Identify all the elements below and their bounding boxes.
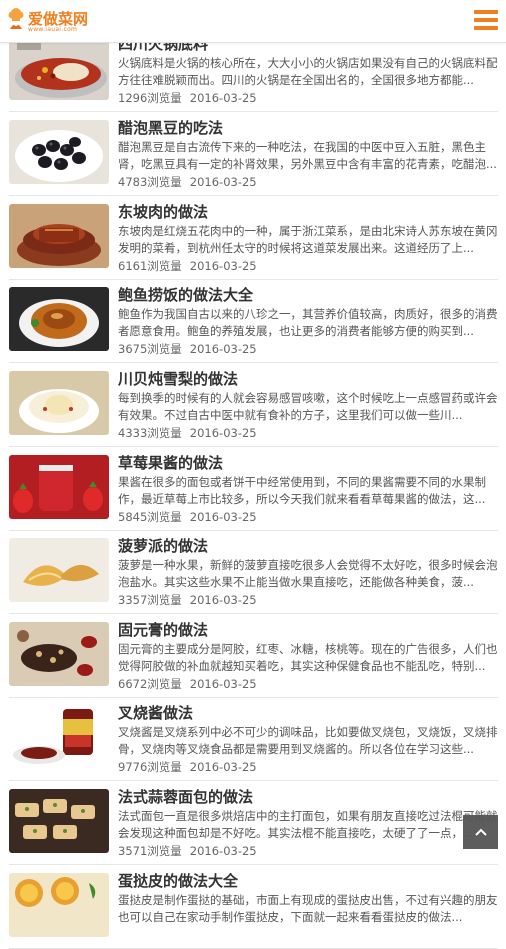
recipe-meta: 6672浏览量 2016-03-25 [118, 676, 257, 692]
chevron-up-icon [474, 828, 487, 836]
recipe-thumbnail[interactable] [9, 705, 109, 769]
publish-date: 2016-03-25 [189, 175, 257, 189]
recipe-description: 固元膏的主要成分是阿胶，红枣、冰糖，核桃等。现在的广告很多，人们也觉得阿胶做的补… [118, 642, 498, 673]
recipe-description: 东坡肉是红烧五花肉中的一种，属于浙江菜系，是由北宋诗人苏东坡在黄冈发明的菜肴，到… [118, 224, 498, 255]
chef-logo-icon [8, 8, 24, 29]
view-count: 9776浏览量 [118, 760, 182, 774]
list-item[interactable]: 川贝炖雪梨的做法 每到换季的时候有的人就会容易感冒咳嗽，这个时候吃上一点感冒药或… [9, 363, 498, 447]
recipe-title[interactable]: 醋泡黑豆的吃法 [118, 117, 223, 138]
header-bar: 爱做菜网 www.iauai.com [0, 0, 506, 43]
list-item[interactable]: 菠萝派的做法 菠萝是一种水果，新鲜的菠萝直接吃很多人会觉得不太好吃，很多时候会泡… [9, 530, 498, 614]
publish-date: 2016-03-25 [189, 844, 257, 858]
recipe-thumbnail[interactable] [9, 36, 109, 100]
list-item[interactable]: 东坡肉的做法 东坡肉是红烧五花肉中的一种，属于浙江菜系，是由北宋诗人苏东坡在黄冈… [9, 196, 498, 280]
recipe-description: 醋泡黑豆是自古流传下来的一种吃法，在我国的中医中豆入五脏，黑色主肾，吃黑豆具有一… [118, 140, 497, 171]
recipe-meta: 3357浏览量 2016-03-25 [118, 592, 257, 608]
recipe-meta: 3675浏览量 2016-03-25 [118, 341, 257, 357]
publish-date: 2016-03-25 [189, 510, 257, 524]
recipe-description: 每到换季的时候有的人就会容易感冒咳嗽，这个时候吃上一点感冒药或许会有效果。不过自… [118, 391, 498, 422]
view-count: 4783浏览量 [118, 175, 182, 189]
publish-date: 2016-03-25 [189, 677, 257, 691]
list-item[interactable]: 醋泡黑豆的吃法 醋泡黑豆是自古流传下来的一种吃法，在我国的中医中豆入五脏，黑色主… [9, 112, 498, 196]
recipe-meta: 4333浏览量 2016-03-25 [118, 425, 257, 441]
recipe-thumbnail[interactable] [9, 204, 109, 268]
recipe-title[interactable]: 东坡肉的做法 [118, 201, 208, 222]
recipe-thumbnail[interactable] [9, 371, 109, 435]
scroll-to-top-button[interactable] [463, 815, 498, 849]
publish-date: 2016-03-25 [189, 593, 257, 607]
list-item[interactable]: 鲍鱼捞饭的做法大全 鲍鱼作为我国自古以来的八珍之一，其营养价值较高，肉质好，很多… [9, 279, 498, 363]
recipe-meta: 4783浏览量 2016-03-25 [118, 174, 257, 190]
list-item[interactable]: 草莓果酱的做法 果酱在很多的面包或者饼干中经常使用到，不同的果酱需要不同的水果制… [9, 447, 498, 531]
list-item[interactable]: 法式蒜蓉面包的做法 法式面包一直是很多烘焙店中的主打面包，如果有朋友直接吃过法棍… [9, 781, 498, 865]
recipe-description: 果酱在很多的面包或者饼干中经常使用到，不同的果酱需要不同的水果制作，最近草莓上市… [118, 475, 486, 506]
list-item[interactable]: 固元膏的做法 固元膏的主要成分是阿胶，红枣、冰糖，核桃等。现在的广告很多，人们也… [9, 614, 498, 698]
publish-date: 2016-03-25 [189, 342, 257, 356]
recipe-thumbnail[interactable] [9, 120, 109, 184]
recipe-meta: 9776浏览量 2016-03-25 [118, 759, 257, 775]
list-item[interactable]: 蛋挞皮的做法大全 蛋挞皮是制作蛋挞的基础，市面上有现成的蛋挞皮出售，不过有兴趣的… [9, 865, 498, 949]
recipe-description: 蛋挞皮是制作蛋挞的基础，市面上有现成的蛋挞皮出售，不过有兴趣的朋友也可以自己在家… [118, 893, 498, 924]
recipe-thumbnail[interactable] [9, 873, 109, 937]
recipe-meta: 6161浏览量 2016-03-25 [118, 258, 257, 274]
hamburger-menu-icon[interactable] [474, 10, 498, 32]
view-count: 3571浏览量 [118, 844, 182, 858]
recipe-title[interactable]: 蛋挞皮的做法大全 [118, 870, 238, 891]
recipe-thumbnail[interactable] [9, 287, 109, 351]
recipe-meta: 1296浏览量 2016-03-25 [118, 90, 257, 106]
site-logo[interactable]: 爱做菜网 www.iauai.com [6, 6, 88, 36]
recipe-title[interactable]: 菠萝派的做法 [118, 535, 208, 556]
recipe-title[interactable]: 法式蒜蓉面包的做法 [118, 786, 253, 807]
view-count: 4333浏览量 [118, 426, 182, 440]
recipe-title[interactable]: 鲍鱼捞饭的做法大全 [118, 284, 253, 305]
recipe-description: 叉烧酱是叉烧系列中必不可少的调味品，比如要做叉烧包，叉烧饭，叉烧排骨，叉烧肉等叉… [118, 725, 498, 756]
recipe-thumbnail[interactable] [9, 622, 109, 686]
recipe-description: 火锅底料是火锅的核心所在，大大小小的火锅店如果没有自己的火锅底料配方往往难脱颖而… [118, 56, 498, 87]
view-count: 6672浏览量 [118, 677, 182, 691]
recipe-thumbnail[interactable] [9, 455, 109, 519]
recipe-thumbnail[interactable] [9, 789, 109, 853]
view-count: 5845浏览量 [118, 510, 182, 524]
publish-date: 2016-03-25 [189, 91, 257, 105]
recipe-thumbnail[interactable] [9, 538, 109, 602]
view-count: 3357浏览量 [118, 593, 182, 607]
publish-date: 2016-03-25 [189, 426, 257, 440]
list-item[interactable]: 叉烧酱做法 叉烧酱是叉烧系列中必不可少的调味品，比如要做叉烧包，叉烧饭，叉烧排骨… [9, 697, 498, 781]
recipe-description: 菠萝是一种水果，新鲜的菠萝直接吃很多人会觉得不太好吃，很多时候会泡泡盐水。其实这… [118, 558, 498, 589]
view-count: 6161浏览量 [118, 259, 182, 273]
view-count: 3675浏览量 [118, 342, 182, 356]
publish-date: 2016-03-25 [189, 259, 257, 273]
recipe-description: 法式面包一直是很多烘焙店中的主打面包，如果有朋友直接吃过法棍可能就会发现这种面包… [118, 809, 498, 840]
logo-url: www.iauai.com [28, 26, 78, 33]
recipe-description: 鲍鱼作为我国自古以来的八珍之一，其营养价值较高，肉质好，很多的消费者愿意食用。鲍… [118, 307, 498, 338]
recipe-meta: 5845浏览量 2016-03-25 [118, 509, 257, 525]
recipe-meta: 3571浏览量 2016-03-25 [118, 843, 257, 859]
recipe-title[interactable]: 叉烧酱做法 [118, 702, 193, 723]
recipe-title[interactable]: 川贝炖雪梨的做法 [118, 368, 238, 389]
publish-date: 2016-03-25 [189, 760, 257, 774]
recipe-title[interactable]: 固元膏的做法 [118, 619, 208, 640]
recipe-title[interactable]: 草莓果酱的做法 [118, 452, 223, 473]
view-count: 1296浏览量 [118, 91, 182, 105]
